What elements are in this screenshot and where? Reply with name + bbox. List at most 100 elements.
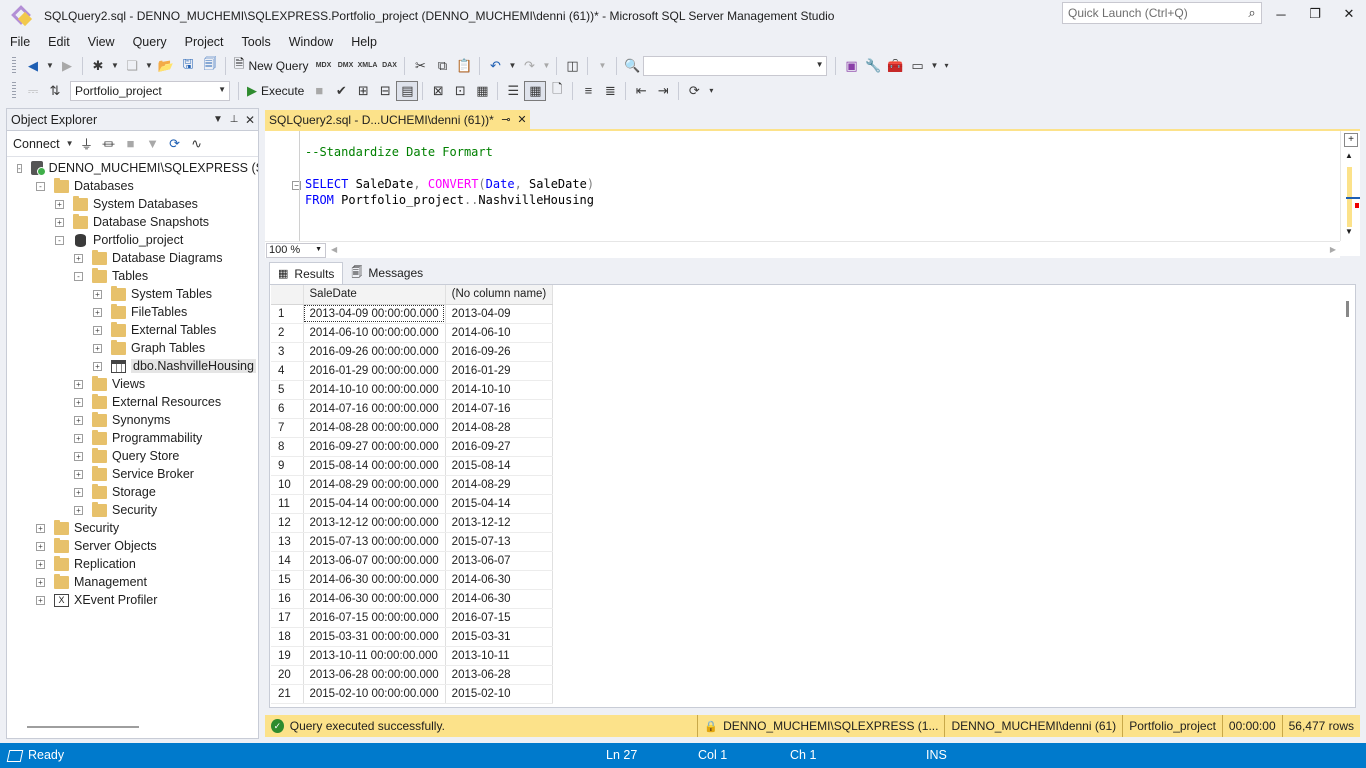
dmx-query-icon[interactable]: DMX	[334, 56, 356, 76]
tree-node[interactable]: + Views	[7, 375, 258, 393]
row-number-cell[interactable]: 18	[271, 627, 304, 647]
editor-vertical-scrollbar[interactable]: + ▲ ▼	[1340, 131, 1360, 241]
toolbar-overflow-icon[interactable]: ▾	[705, 81, 717, 101]
saledate-cell[interactable]: 2014-08-29 00:00:00.000	[303, 475, 446, 495]
solution-config-dropdown[interactable]: ▼	[592, 56, 612, 76]
saledate-cell[interactable]: 2013-06-28 00:00:00.000	[303, 665, 446, 685]
table-row[interactable]: 4 2016-01-29 00:00:00.000 2016-01-29	[271, 361, 554, 381]
row-number-cell[interactable]: 5	[271, 380, 304, 400]
results-grid[interactable]: SaleDate (No column name) 1 2013-04-09 00…	[271, 285, 554, 704]
table-row[interactable]: 10 2014-08-29 00:00:00.000 2014-08-29	[271, 475, 554, 495]
live-stats-icon[interactable]: ⊡	[449, 81, 471, 101]
saledate-cell[interactable]: 2014-08-28 00:00:00.000	[303, 418, 446, 438]
stop-icon[interactable]: ■	[120, 134, 142, 154]
change-connection-icon[interactable]: ⇅	[44, 81, 66, 101]
row-number-cell[interactable]: 19	[271, 646, 304, 666]
expand-icon[interactable]: +	[74, 397, 83, 407]
table-row[interactable]: 14 2013-06-07 00:00:00.000 2013-06-07	[271, 551, 554, 571]
table-row[interactable]: 3 2016-09-26 00:00:00.000 2016-09-26	[271, 342, 554, 362]
converted-date-cell[interactable]: 2013-10-11	[445, 646, 554, 666]
saledate-cell[interactable]: 2013-12-12 00:00:00.000	[303, 513, 446, 533]
parse-checkmark-icon[interactable]: ✔	[330, 81, 352, 101]
filter-icon[interactable]: ▼	[142, 134, 164, 154]
disconnect-icon[interactable]: ⏛	[98, 134, 120, 154]
open-file-icon[interactable]: 📂	[155, 56, 177, 76]
table-row[interactable]: 17 2016-07-15 00:00:00.000 2016-07-15	[271, 608, 554, 628]
menu-help[interactable]: Help	[345, 35, 383, 49]
toolbar-overflow-icon[interactable]: ▾	[940, 56, 952, 76]
expand-icon[interactable]: +	[36, 523, 45, 533]
row-number-cell[interactable]: 13	[271, 532, 304, 552]
expand-icon[interactable]: +	[74, 253, 83, 263]
table-row[interactable]: 6 2014-07-16 00:00:00.000 2014-07-16	[271, 399, 554, 419]
expand-icon[interactable]: +	[55, 199, 64, 209]
saledate-cell[interactable]: 2016-09-27 00:00:00.000	[303, 437, 446, 457]
saledate-cell[interactable]: 2016-07-15 00:00:00.000	[303, 608, 446, 628]
expand-icon[interactable]: +	[93, 361, 102, 371]
collapse-icon[interactable]: -	[17, 163, 22, 173]
table-row[interactable]: 11 2015-04-14 00:00:00.000 2015-04-14	[271, 494, 554, 514]
collapse-icon[interactable]: -	[74, 271, 83, 281]
collapse-icon[interactable]: -	[36, 181, 45, 191]
row-number-cell[interactable]: 4	[271, 361, 304, 381]
registered-servers-icon[interactable]: ▣	[840, 56, 862, 76]
pin-icon[interactable]: ⊸	[498, 113, 514, 126]
converted-date-cell[interactable]: 2016-09-26	[445, 342, 554, 362]
close-icon[interactable]: ✕	[514, 113, 530, 126]
chevron-down-icon[interactable]: ▼	[928, 56, 940, 76]
converted-date-cell[interactable]: 2015-02-10	[445, 684, 554, 704]
row-number-cell[interactable]: 20	[271, 665, 304, 685]
chevron-down-icon[interactable]: ▼	[64, 134, 76, 154]
converted-date-cell[interactable]: 2015-03-31	[445, 627, 554, 647]
row-number-cell[interactable]: 11	[271, 494, 304, 514]
mdx-query-icon[interactable]: MDX	[312, 56, 334, 76]
undo-icon[interactable]: ↶	[484, 56, 506, 76]
tree-node[interactable]: + Security	[7, 519, 258, 537]
results-pane[interactable]: SaleDate (No column name) 1 2013-04-09 00…	[269, 284, 1356, 708]
scroll-down-icon[interactable]: ▼	[1345, 227, 1353, 236]
scroll-right-icon[interactable]: ▶	[1330, 245, 1336, 254]
saledate-cell[interactable]: 2014-06-10 00:00:00.000	[303, 323, 446, 343]
tab-results[interactable]: ▦ Results	[269, 262, 344, 284]
chevron-down-icon[interactable]: ▼	[506, 56, 518, 76]
tree-node[interactable]: + Security	[7, 501, 258, 519]
row-number-cell[interactable]: 10	[271, 475, 304, 495]
table-row[interactable]: 8 2016-09-27 00:00:00.000 2016-09-27	[271, 437, 554, 457]
refresh-icon[interactable]: ⟳	[164, 134, 186, 154]
save-icon[interactable]: 🖫	[177, 56, 199, 76]
converted-date-cell[interactable]: 2013-06-07	[445, 551, 554, 571]
expand-icon[interactable]: +	[93, 325, 102, 335]
row-number-cell[interactable]: 14	[271, 551, 304, 571]
estimated-plan-icon[interactable]: ⊞	[352, 81, 374, 101]
row-number-cell[interactable]: 8	[271, 437, 304, 457]
expand-icon[interactable]: +	[93, 343, 102, 353]
chevron-down-icon[interactable]: ▼	[109, 56, 121, 76]
tree-node[interactable]: + Replication	[7, 555, 258, 573]
saledate-cell[interactable]: 2013-04-09 00:00:00.000	[303, 304, 446, 324]
paste-icon[interactable]: 📋	[453, 56, 475, 76]
tree-node[interactable]: - Tables	[7, 267, 258, 285]
converted-date-cell[interactable]: 2015-07-13	[445, 532, 554, 552]
tree-node[interactable]: - Databases	[7, 177, 258, 195]
saledate-cell[interactable]: 2015-03-31 00:00:00.000	[303, 627, 446, 647]
comment-lines-icon[interactable]: ≡	[577, 81, 599, 101]
tree-node[interactable]: + Programmability	[7, 429, 258, 447]
table-row[interactable]: 7 2014-08-28 00:00:00.000 2014-08-28	[271, 418, 554, 438]
saledate-cell[interactable]: 2016-09-26 00:00:00.000	[303, 342, 446, 362]
decrease-indent-icon[interactable]: ⇤	[630, 81, 652, 101]
intellisense-icon[interactable]: ▤	[396, 80, 419, 101]
find-dropdown[interactable]: ▼	[643, 55, 828, 76]
scroll-up-icon[interactable]: ▲	[1345, 151, 1353, 160]
activity-monitor-icon[interactable]: ∿	[186, 134, 208, 154]
tree-node[interactable]: + Graph Tables	[7, 339, 258, 357]
horizontal-scrollbar[interactable]	[27, 726, 139, 728]
table-row[interactable]: 19 2013-10-11 00:00:00.000 2013-10-11	[271, 646, 554, 666]
cut-icon[interactable]: ✂	[409, 56, 431, 76]
close-button[interactable]: ✕	[1336, 3, 1362, 25]
new-project-icon[interactable]: ✱	[87, 56, 109, 76]
expand-icon[interactable]: +	[36, 541, 45, 551]
converted-date-cell[interactable]: 2014-08-29	[445, 475, 554, 495]
saledate-cell[interactable]: 2015-08-14 00:00:00.000	[303, 456, 446, 476]
expand-icon[interactable]: +	[74, 487, 83, 497]
connect-button[interactable]: Connect	[13, 137, 60, 151]
